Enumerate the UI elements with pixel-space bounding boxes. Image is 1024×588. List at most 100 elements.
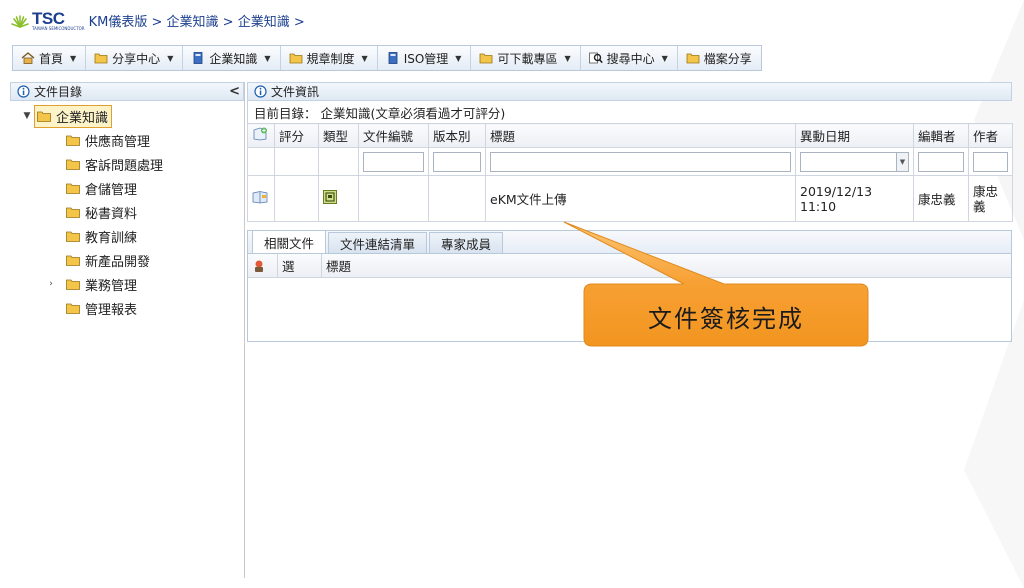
add-document-icon bbox=[253, 127, 267, 141]
toolbar-search-center-label: 搜尋中心 bbox=[606, 51, 655, 66]
document-table: 評分 類型 文件編號 版本別 標題 異動日期 編輯者 作者 ▼ eKM文件上傳 … bbox=[247, 123, 1013, 222]
tree-node-root-selected[interactable]: 企業知識 bbox=[34, 104, 113, 128]
info-icon bbox=[254, 85, 267, 98]
toolbar-file-share[interactable]: 檔案分享 bbox=[678, 46, 761, 70]
column-header-type[interactable]: 類型 bbox=[318, 123, 359, 148]
chevron-down-icon[interactable]: ▼ bbox=[264, 54, 270, 63]
row-version bbox=[428, 175, 486, 222]
sun-logo-icon bbox=[11, 15, 29, 28]
folder-icon bbox=[37, 111, 51, 122]
chevron-down-icon[interactable]: ▼ bbox=[662, 54, 668, 63]
tree-node-root-label: 企業知識 bbox=[56, 110, 109, 126]
folder-icon bbox=[66, 279, 80, 290]
tree-node-complaints[interactable]: 客訴問題處理 bbox=[10, 152, 244, 176]
breadcrumb-separator: > bbox=[147, 14, 167, 30]
folder-icon bbox=[66, 207, 80, 218]
column-header-title[interactable]: 標題 bbox=[485, 123, 796, 148]
folder-icon bbox=[66, 159, 80, 170]
tsc-logo[interactable]: TSC TAIWAN SEMICONDUCTOR bbox=[10, 10, 85, 31]
toolbar-downloads-label: 可下載專區 bbox=[497, 51, 558, 66]
row-rating bbox=[274, 175, 319, 222]
toolbar-regulations-label: 規章制度 bbox=[306, 51, 355, 66]
tree-node-new-product[interactable]: 新產品開發 bbox=[10, 248, 244, 272]
directory-tree: ▼ 企業知識 供應商管理 客訴問題處理 倉儲管理 秘書資料 教育訓練 新產品開發… bbox=[10, 101, 244, 320]
row-title-link[interactable]: eKM文件上傳 bbox=[485, 175, 796, 222]
tree-node-label: 倉儲管理 bbox=[85, 182, 138, 198]
document-type-icon bbox=[323, 190, 337, 204]
tree-node-secretary[interactable]: 秘書資料 bbox=[10, 200, 244, 224]
folder-icon bbox=[480, 53, 493, 64]
tree-node-supplier[interactable]: 供應商管理 bbox=[10, 128, 244, 152]
tree-node-label: 教育訓練 bbox=[85, 230, 138, 246]
column-header-rating[interactable]: 評分 bbox=[274, 123, 319, 148]
breadcrumb-separator: > bbox=[289, 14, 305, 30]
current-directory-label: 目前目錄： bbox=[254, 105, 317, 121]
breadcrumb-separator: > bbox=[218, 14, 238, 30]
collapse-panel-icon[interactable]: < bbox=[229, 84, 240, 99]
breadcrumb-item-knowledge[interactable]: 企業知識 bbox=[167, 15, 219, 30]
tab-experts[interactable]: 專家成員 bbox=[429, 232, 504, 253]
column-header-doc-no[interactable]: 文件編號 bbox=[358, 123, 429, 148]
column-header-author[interactable]: 作者 bbox=[968, 123, 1013, 148]
toolbar-share-center[interactable]: 分享中心 ▼ bbox=[86, 46, 184, 70]
tab-doc-links[interactable]: 文件連結清單 bbox=[328, 232, 428, 253]
filter-doc-no-input[interactable] bbox=[363, 151, 424, 172]
filter-author-input[interactable] bbox=[973, 151, 1008, 172]
folder-icon bbox=[66, 135, 80, 146]
column-header-editor[interactable]: 編輯者 bbox=[913, 123, 969, 148]
related-column-select[interactable]: 選 bbox=[278, 254, 322, 277]
row-author: 康忠義 bbox=[968, 175, 1013, 222]
toolbar-home[interactable]: 首頁 ▼ bbox=[13, 46, 87, 70]
toolbar-search-center[interactable]: 搜尋中心 ▼ bbox=[581, 46, 678, 70]
directory-panel-header: 文件目錄 < bbox=[10, 82, 244, 101]
chevron-down-icon[interactable]: ▼ bbox=[70, 54, 76, 63]
tree-node-warehouse[interactable]: 倉儲管理 bbox=[10, 176, 244, 200]
row-editor: 康忠義 bbox=[913, 175, 969, 222]
related-add-cell[interactable] bbox=[248, 254, 278, 277]
toolbar-iso[interactable]: ISO管理 ▼ bbox=[378, 46, 472, 70]
breadcrumb-item-dashboard[interactable]: KM儀表版 bbox=[89, 15, 148, 30]
tree-node-root[interactable]: ▼ 企業知識 bbox=[20, 104, 244, 128]
chevron-down-icon[interactable]: ▼ bbox=[896, 152, 908, 171]
chevron-down-icon[interactable]: ▼ bbox=[564, 54, 570, 63]
add-document-header[interactable] bbox=[247, 123, 275, 148]
chevron-right-icon[interactable]: › bbox=[44, 279, 58, 289]
column-header-version[interactable]: 版本別 bbox=[428, 123, 486, 148]
row-open-cell[interactable] bbox=[247, 175, 275, 222]
toolbar-knowledge[interactable]: 企業知識 ▼ bbox=[183, 46, 281, 70]
header: TSC TAIWAN SEMICONDUCTOR KM儀表版 > 企業知識 > … bbox=[0, 0, 1024, 40]
tab-related-docs[interactable]: 相關文件 bbox=[252, 230, 327, 253]
row-doc-no bbox=[358, 175, 429, 222]
open-document-icon bbox=[252, 191, 268, 204]
folder-icon bbox=[686, 53, 700, 64]
breadcrumb-item-knowledge-current[interactable]: 企業知識 bbox=[238, 15, 290, 30]
tree-node-reports[interactable]: 管理報表 bbox=[10, 296, 244, 320]
filter-version-input[interactable] bbox=[433, 151, 481, 172]
logo-subtext: TAIWAN SEMICONDUCTOR bbox=[32, 25, 85, 31]
home-icon bbox=[21, 52, 35, 64]
callout-annotation: 文件簽核完成 bbox=[556, 218, 876, 348]
filter-editor-input[interactable] bbox=[918, 151, 964, 172]
toolbar-downloads[interactable]: 可下載專區 ▼ bbox=[471, 46, 581, 70]
filter-date-select[interactable]: ▼ bbox=[800, 151, 909, 172]
filter-title-input[interactable] bbox=[490, 151, 791, 172]
book-icon bbox=[193, 52, 203, 64]
tree-node-business[interactable]: › 業務管理 bbox=[10, 272, 244, 296]
column-header-date[interactable]: 異動日期 bbox=[795, 123, 914, 148]
toolbar-regulations[interactable]: 規章制度 ▼ bbox=[281, 46, 378, 70]
toolbar-file-share-label: 檔案分享 bbox=[703, 51, 752, 66]
tree-node-label: 秘書資料 bbox=[85, 206, 138, 222]
chevron-down-icon[interactable]: ▼ bbox=[455, 54, 461, 63]
chevron-down-icon[interactable]: ▼ bbox=[167, 54, 173, 63]
row-type bbox=[318, 175, 359, 222]
current-directory-value: 企業知識(文章必須看過才可評分) bbox=[320, 105, 506, 121]
book-icon bbox=[388, 52, 398, 64]
tree-node-training[interactable]: 教育訓練 bbox=[10, 224, 244, 248]
folder-icon bbox=[94, 53, 108, 64]
chevron-down-icon[interactable]: ▼ bbox=[362, 54, 368, 63]
folder-icon bbox=[66, 255, 80, 266]
expanded-chevron-icon[interactable]: ▼ bbox=[20, 111, 34, 121]
tree-node-label: 業務管理 bbox=[85, 278, 138, 294]
search-icon bbox=[588, 52, 603, 64]
table-row[interactable]: eKM文件上傳 2019/12/13 11:10 康忠義 康忠義 bbox=[247, 175, 1013, 222]
